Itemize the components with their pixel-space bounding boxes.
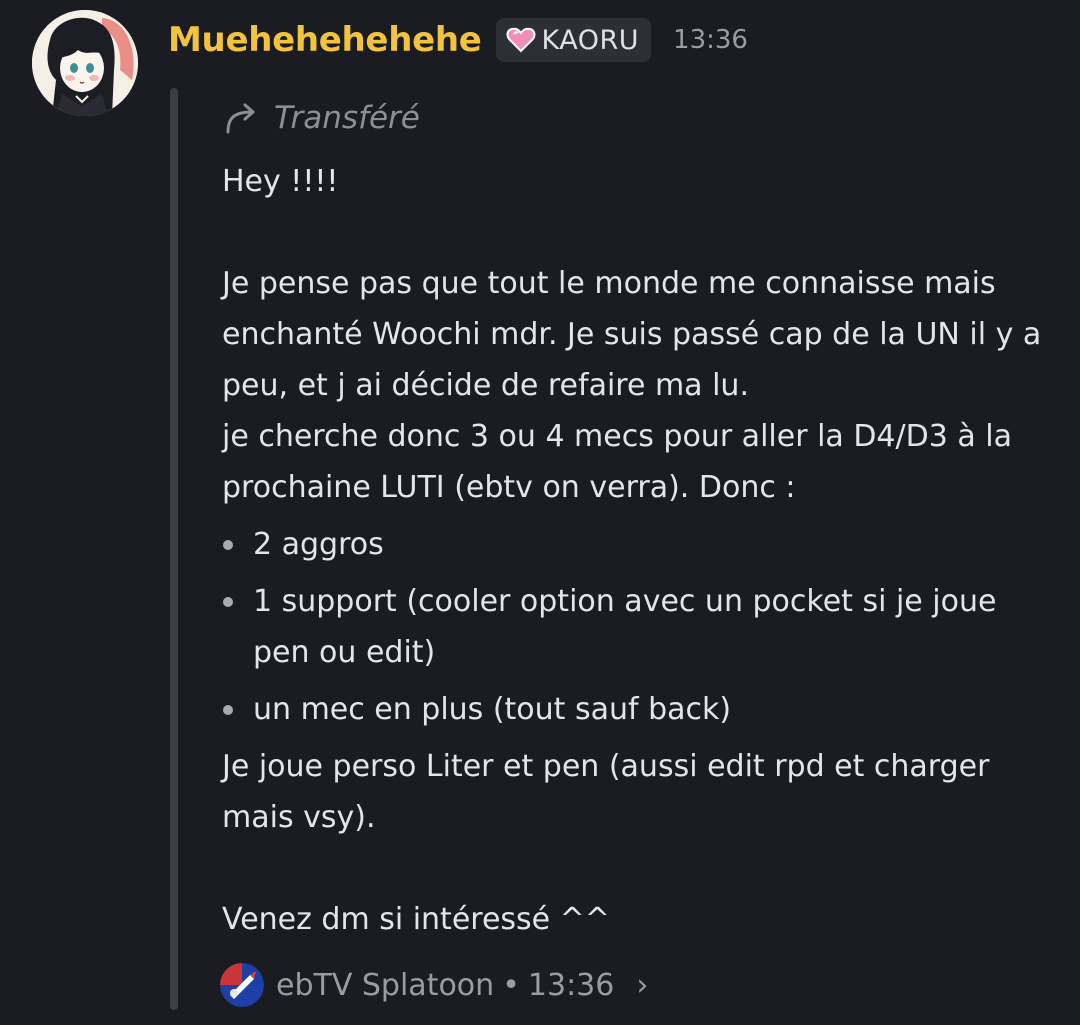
list-item: un mec en plus (tout sauf back) [222, 684, 1052, 735]
forward-arrow-icon [226, 103, 255, 134]
username[interactable]: Muehehehehehe [168, 20, 482, 60]
source-time: 13:36 [527, 967, 615, 1003]
message-paragraph: Je joue perso Liter et pen (aussi edit r… [222, 749, 990, 835]
forwarded-message: Muehehehehehe KAORU 13:36 Transféré Hey … [0, 0, 1080, 1025]
message-content: Hey !!!! Je pense pas que tout le monde … [222, 156, 1052, 945]
heart-icon [506, 27, 535, 53]
list-item-text: 1 support (cooler option avec un pocket … [253, 584, 997, 670]
bullet-dot [223, 597, 233, 607]
list-item: 1 support (cooler option avec un pocket … [222, 576, 1052, 678]
avatar-image [32, 10, 138, 116]
message-paragraph: je cherche donc 3 ou 4 mecs pour aller l… [222, 419, 1012, 505]
separator-dot: • [502, 967, 520, 1003]
message-timestamp: 13:36 [673, 25, 748, 55]
message-paragraph: Je pense pas que tout le monde me connai… [222, 266, 1042, 403]
bullet-dot [223, 705, 233, 715]
list-item-text: un mec en plus (tout sauf back) [253, 692, 732, 727]
bullet-dot [223, 540, 233, 550]
list-item: 2 aggros [222, 519, 1052, 570]
forwarded-text: Transféré [274, 100, 420, 136]
server-name: ebTV Splatoon [276, 967, 495, 1003]
bullet-list: 2 aggros 1 support (cooler option avec u… [222, 519, 1052, 735]
server-icon [220, 963, 264, 1007]
chevron-right-icon: › [636, 967, 649, 1003]
forwarded-label: Transféré [224, 96, 420, 140]
guild-tag-badge[interactable]: KAORU [495, 18, 652, 62]
guild-tag-text: KAORU [541, 24, 640, 56]
message-closing: Venez dm si intéressé ^^ [222, 902, 610, 937]
message-header: Muehehehehehe KAORU 13:36 [168, 14, 748, 66]
list-item-text: 2 aggros [253, 527, 384, 562]
message-greeting: Hey !!!! [222, 164, 339, 199]
user-avatar[interactable] [32, 10, 138, 116]
forward-source-link[interactable]: ebTV Splatoon • 13:36 › [220, 960, 648, 1010]
forward-bar [170, 88, 178, 1010]
